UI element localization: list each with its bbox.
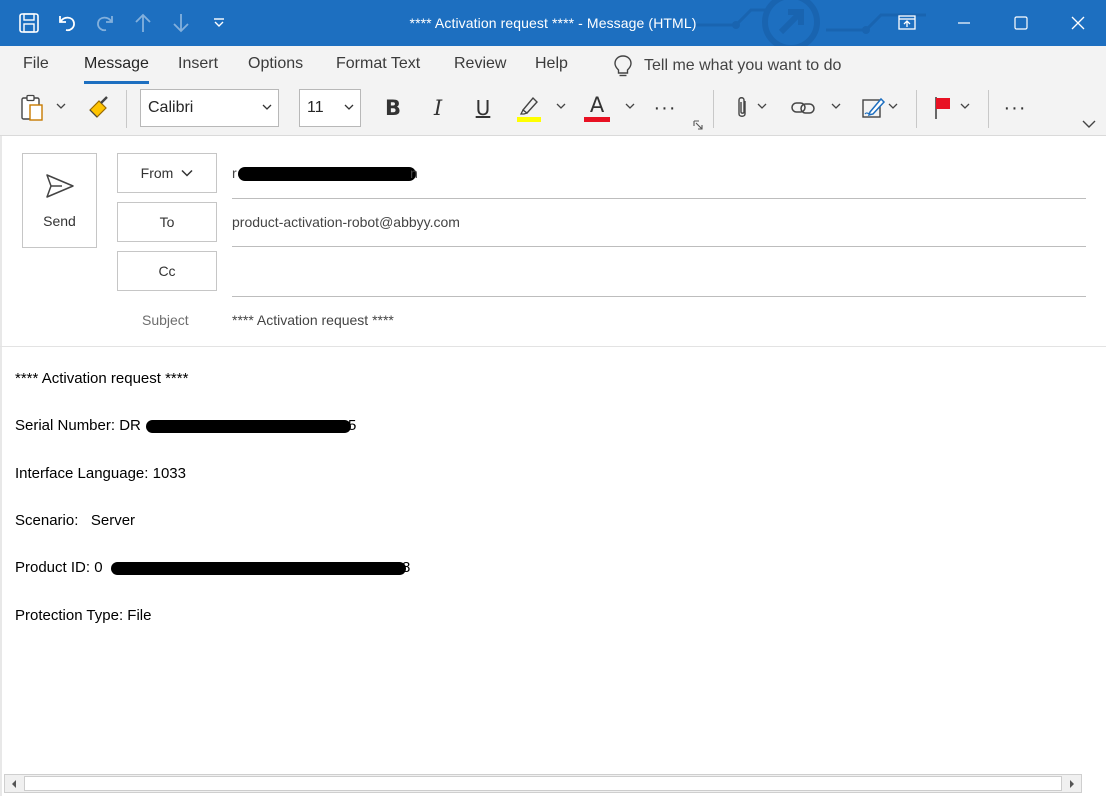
italic-button[interactable]: I (423, 90, 453, 126)
signature-dropdown-chevron-icon[interactable] (888, 101, 898, 111)
paste-icon (21, 94, 43, 121)
cc-button[interactable]: Cc (117, 251, 217, 291)
serial-number-label: Serial Number: DR (15, 417, 141, 434)
product-id-label: Product ID: 0 (15, 559, 103, 576)
from-value-start: r (232, 165, 237, 181)
tab-review[interactable]: Review (454, 55, 506, 81)
bold-button[interactable]: B (378, 90, 408, 126)
link-button[interactable] (788, 90, 818, 126)
tab-insert[interactable]: Insert (178, 55, 218, 81)
send-label: Send (43, 213, 76, 229)
dialog-launcher-icon[interactable] (693, 120, 703, 130)
attach-dropdown-chevron-icon[interactable] (757, 101, 767, 111)
font-size-value: 11 (307, 99, 324, 116)
protection-type: Protection Type: File (15, 607, 152, 624)
tell-me-search[interactable]: Tell me what you want to do (612, 53, 841, 79)
to-underline (232, 246, 1086, 247)
font-name-value: Calibri (148, 99, 194, 116)
subject-label: Subject (142, 312, 189, 328)
font-color-swatch (584, 117, 610, 122)
window-controls (878, 0, 1106, 46)
lightbulb-icon (614, 55, 632, 77)
close-icon[interactable] (1049, 0, 1106, 46)
ribbon-separator (126, 90, 127, 128)
scroll-left-icon[interactable] (5, 775, 23, 792)
redaction-bar (238, 167, 416, 181)
highlight-dropdown-chevron-icon[interactable] (556, 101, 566, 111)
tab-help[interactable]: Help (535, 55, 568, 81)
link-icon (791, 102, 815, 114)
font-name-select[interactable]: Calibri (140, 89, 279, 127)
ribbon-tabs: File Message Insert Options Format Text … (0, 46, 1106, 86)
restore-window-icon[interactable] (878, 0, 935, 46)
attach-file-button[interactable] (728, 90, 756, 126)
flag-icon (935, 97, 950, 119)
paste-button[interactable] (16, 90, 48, 126)
title-bar: **** Activation request **** - Message (… (0, 0, 1106, 46)
cc-underline (232, 296, 1086, 297)
font-color-letter: A (589, 93, 605, 117)
flag-dropdown-chevron-icon[interactable] (960, 101, 970, 111)
from-button[interactable]: From (117, 153, 217, 193)
from-underline (232, 198, 1086, 199)
paste-dropdown-chevron-icon[interactable] (56, 101, 66, 111)
serial-number-suffix: 5 (348, 417, 357, 434)
collapse-ribbon-chevron-icon[interactable] (1082, 119, 1096, 129)
ribbon-separator (988, 90, 989, 128)
font-size-select[interactable]: 11 (299, 89, 361, 127)
body-heading: **** Activation request **** (15, 370, 189, 387)
from-field[interactable]: r (232, 165, 237, 181)
ribbon-separator (916, 90, 917, 128)
signature-button[interactable] (859, 90, 889, 126)
scenario: Scenario: Server (15, 512, 136, 529)
link-dropdown-chevron-icon[interactable] (831, 101, 841, 111)
ribbon-separator (713, 90, 714, 128)
highlight-button[interactable] (514, 90, 544, 126)
tab-options[interactable]: Options (248, 55, 303, 81)
cc-field[interactable] (232, 263, 1082, 283)
format-painter-icon (89, 96, 108, 118)
ribbon-toolbar: Calibri 11 B I U A ··· ··· (0, 86, 1106, 136)
minimize-icon[interactable] (935, 0, 992, 46)
chevron-down-icon (181, 169, 193, 177)
to-button[interactable]: To (117, 202, 217, 242)
send-icon (46, 174, 74, 198)
redaction-bar (146, 420, 351, 433)
tell-me-text: Tell me what you want to do (644, 57, 842, 74)
highlighter-icon (517, 96, 541, 122)
underline-button[interactable]: U (468, 90, 498, 126)
maximize-icon[interactable] (992, 0, 1049, 46)
product-id-suffix: 8 (402, 559, 411, 576)
tab-message[interactable]: Message (84, 55, 149, 84)
scrollbar-thumb[interactable] (24, 776, 1062, 791)
from-value-end: n (410, 165, 418, 181)
signature-icon (862, 97, 886, 118)
subject-field[interactable]: **** Activation request **** (232, 312, 394, 328)
to-label: To (159, 214, 175, 230)
cc-label: Cc (158, 263, 176, 279)
send-button[interactable]: Send (22, 153, 97, 248)
message-body[interactable] (0, 347, 1106, 773)
font-color-dropdown-chevron-icon[interactable] (625, 101, 635, 111)
interface-language: Interface Language: 1033 (15, 465, 186, 482)
paperclip-icon (738, 97, 746, 117)
chevron-down-icon (344, 104, 354, 110)
from-label: From (140, 165, 174, 181)
tab-file[interactable]: File (23, 55, 49, 81)
more-commands-button[interactable]: ··· (1000, 90, 1030, 126)
font-color-button[interactable]: A (582, 90, 612, 126)
horizontal-scrollbar[interactable] (4, 774, 1082, 793)
follow-up-flag-button[interactable] (930, 90, 956, 126)
redaction-bar (111, 562, 406, 575)
to-field[interactable]: product-activation-robot@abbyy.com (232, 214, 460, 230)
chevron-down-icon (262, 104, 272, 110)
format-painter-button[interactable] (84, 90, 114, 126)
scroll-right-icon[interactable] (1063, 775, 1081, 792)
more-font-options-button[interactable]: ··· (650, 90, 680, 126)
tab-format-text[interactable]: Format Text (336, 55, 420, 81)
